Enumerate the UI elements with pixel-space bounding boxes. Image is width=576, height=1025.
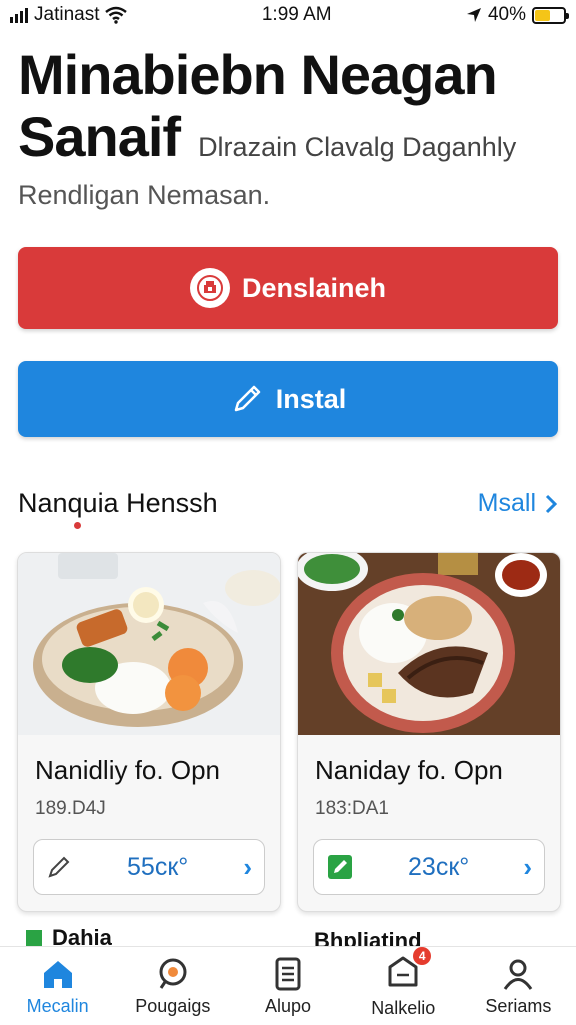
list-icon	[275, 957, 301, 990]
card-title: Nanidliy fo. Opn	[35, 755, 220, 785]
section-header: Nanquia Henssh Msall	[18, 488, 558, 519]
list-item-peek[interactable]: Dahia	[26, 928, 112, 948]
product-card[interactable]: Naniday fo. Opn 183:DA1 23cк° ›	[297, 552, 561, 912]
title-line-2-row: Sanaif Dlrazain Clavalg Daganhly	[18, 106, 568, 178]
search-icon	[159, 958, 187, 989]
tab-search[interactable]: Pougaigs	[115, 947, 230, 1025]
primary-action-button[interactable]: Denslaineh	[18, 247, 558, 329]
tab-label: Pougaigs	[135, 995, 211, 1016]
bottom-tab-bar: Mecalin Pougaigs Alupo 4 Nalkelio Seriam…	[0, 946, 576, 1025]
shop-icon	[189, 268, 230, 308]
list-item-peek[interactable]: Bhpliatind	[314, 928, 422, 948]
indicator-dot	[74, 522, 81, 529]
title-inline-subtitle: Dlrazain Clavalg Daganhly	[198, 132, 517, 162]
primary-action-label: Denslaineh	[241, 272, 387, 303]
profile-icon	[504, 959, 533, 990]
tab-list[interactable]: Alupo	[230, 947, 345, 1025]
peek-label: Dahia	[52, 928, 112, 948]
page-title: Minabiebn Neagan Sanaif Dlrazain Clavalg…	[18, 44, 568, 178]
status-right: 40%	[466, 4, 569, 26]
edit-square-icon	[328, 855, 352, 879]
tab-profile[interactable]: Seriams	[461, 947, 576, 1025]
pencil-icon	[48, 856, 70, 878]
chevron-right-icon: ›	[243, 851, 252, 882]
price-button[interactable]: 23cк° ›	[313, 839, 545, 895]
see-all-label: Msall	[477, 489, 536, 517]
install-button[interactable]: Instal	[18, 361, 558, 437]
pencil-icon	[234, 385, 260, 412]
status-time: 1:99 AM	[261, 4, 332, 25]
tab-label: Seriams	[485, 995, 552, 1016]
category-icon	[26, 930, 42, 946]
tab-label: Nalkelio	[371, 998, 436, 1018]
food-image	[298, 553, 560, 735]
tab-home[interactable]: Mecalin	[0, 947, 115, 1025]
wifi-icon	[105, 6, 128, 24]
price-value: 55cк°	[127, 852, 189, 881]
home-icon	[43, 960, 72, 988]
status-bar: Jatinast 1:99 AM 40%	[0, 0, 576, 30]
card-title: Naniday fo. Opn	[315, 755, 503, 785]
install-label: Instal	[275, 383, 347, 414]
battery-percent: 40%	[487, 4, 526, 25]
tab-label: Alupo	[264, 995, 312, 1016]
status-left: Jatinast	[10, 4, 128, 26]
price-value: 23cк°	[408, 852, 470, 881]
carrier-name: Jatinast	[34, 4, 100, 25]
product-card[interactable]: Nanidliy fo. Opn 189.D4J 55cк° ›	[17, 552, 281, 912]
food-image	[18, 553, 280, 735]
chevron-right-icon	[545, 494, 558, 513]
signal-icon	[10, 7, 28, 23]
title-line-1: Minabiebn Neagan	[18, 43, 498, 106]
card-meta: 189.D4J	[35, 798, 106, 819]
battery-icon	[531, 6, 569, 24]
section-title: Nanquia Henssh	[18, 488, 218, 518]
tab-notifications[interactable]: 4 Nalkelio	[346, 947, 461, 1025]
location-arrow-icon	[466, 8, 481, 22]
title-line-2: Sanaif	[18, 105, 181, 168]
tab-label: Mecalin	[26, 995, 89, 1016]
see-all-link[interactable]: Msall	[478, 489, 558, 518]
notification-badge: 4	[413, 947, 432, 965]
peek-label: Bhpliatind	[314, 928, 422, 948]
chevron-right-icon: ›	[523, 851, 532, 882]
card-meta: 183:DA1	[315, 798, 389, 819]
price-button[interactable]: 55cк° ›	[33, 839, 265, 895]
notification-icon-wrap: 4	[385, 947, 432, 994]
page-subtitle: Rendligan Nemasan.	[18, 180, 271, 210]
